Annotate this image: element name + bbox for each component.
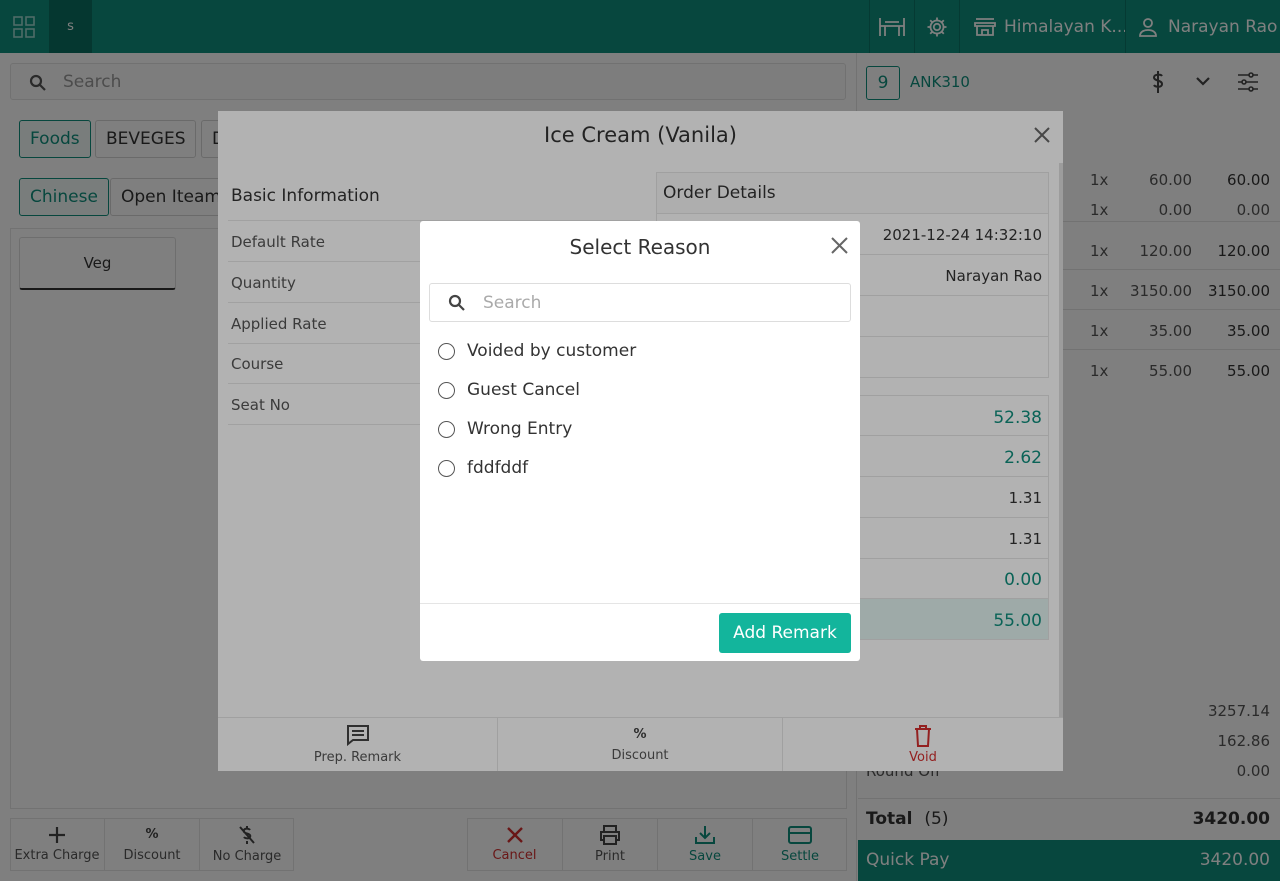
reason-option[interactable]: Guest Cancel — [438, 375, 580, 405]
reason-modal-title: Select Reason — [569, 235, 711, 259]
reason-search-input[interactable]: Search — [429, 283, 851, 322]
add-remark-button[interactable]: Add Remark — [719, 613, 851, 653]
search-icon — [448, 294, 466, 312]
reason-search-placeholder: Search — [483, 293, 542, 313]
reason-option[interactable]: fddfddf — [438, 453, 528, 483]
radio-button[interactable] — [438, 381, 455, 399]
reason-option-label: Wrong Entry — [467, 419, 573, 439]
radio-button[interactable] — [438, 420, 455, 438]
close-icon[interactable] — [831, 237, 848, 254]
divider — [420, 603, 860, 604]
reason-option-label: fddfddf — [467, 458, 529, 478]
reason-option-label: Voided by customer — [467, 341, 637, 361]
radio-button[interactable] — [438, 459, 455, 477]
reason-option[interactable]: Voided by customer — [438, 336, 636, 366]
reason-option-label: Guest Cancel — [467, 380, 580, 400]
select-reason-modal: Select Reason Search Voided by customer … — [420, 221, 860, 661]
radio-button[interactable] — [438, 342, 455, 360]
reason-option[interactable]: Wrong Entry — [438, 414, 572, 444]
